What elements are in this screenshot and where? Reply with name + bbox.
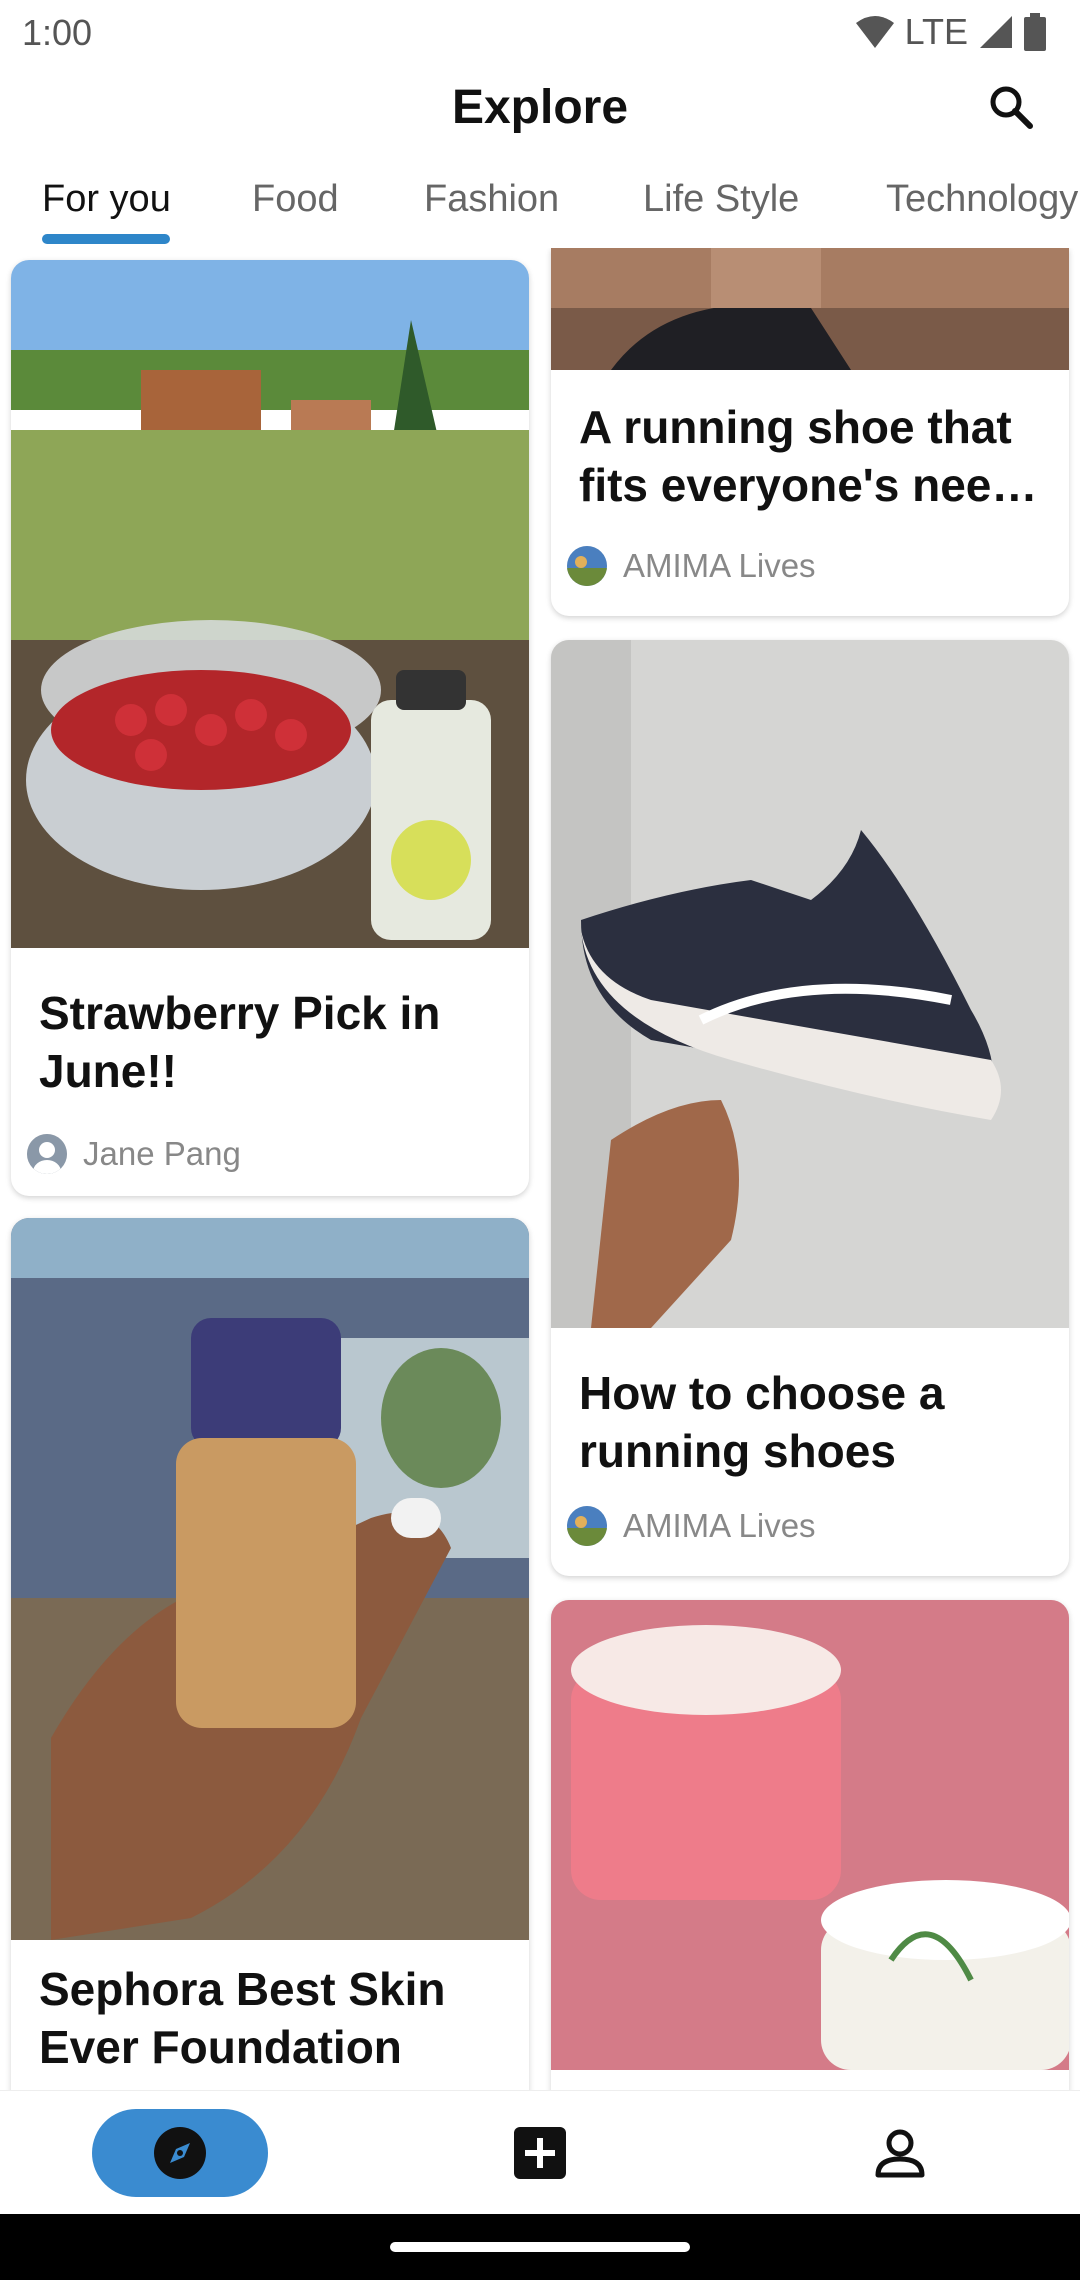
post-image-balms	[551, 1600, 1069, 2070]
post-image-strawberries	[11, 260, 529, 948]
post-feed: Strawberry Pick in June!! Jane Pang Seph…	[0, 248, 1080, 2090]
compass-icon	[154, 2127, 206, 2179]
signal-icon	[980, 16, 1012, 48]
active-tab-indicator	[42, 234, 170, 244]
post-author[interactable]: AMIMA Lives	[567, 546, 816, 586]
author-name: AMIMA Lives	[623, 547, 816, 584]
category-tabs: For you Food Fashion Life Style Technolo…	[0, 160, 1080, 250]
tab-for-you[interactable]: For you	[42, 178, 171, 221]
tab-life-style[interactable]: Life Style	[643, 178, 799, 221]
wifi-icon	[855, 16, 894, 48]
system-gesture-bar	[0, 2214, 1080, 2280]
post-title: Sephora Best Skin Ever Foundation	[39, 1963, 446, 2073]
tab-food[interactable]: Food	[252, 178, 339, 221]
post-title: A running shoe that fits everyone's nee…	[579, 401, 1038, 511]
add-post-icon	[514, 2127, 566, 2179]
status-time: 1:00	[22, 12, 93, 53]
post-card-strawberry[interactable]: Strawberry Pick in June!! Jane Pang	[11, 260, 529, 1196]
battery-icon	[1024, 13, 1046, 51]
profile-icon	[875, 2129, 925, 2178]
post-card-foundation[interactable]: Sephora Best Skin Ever Foundation	[11, 1218, 529, 2090]
avatar	[567, 1506, 607, 1546]
post-image-foundation	[11, 1218, 529, 1940]
status-bar: 1:00 LTE	[0, 0, 1080, 66]
nav-explore-button[interactable]	[92, 2109, 268, 2197]
author-name: Jane Pang	[83, 1135, 241, 1172]
nav-create-button[interactable]	[508, 2121, 572, 2185]
tab-fashion[interactable]: Fashion	[424, 178, 559, 221]
post-image-running-shoe	[551, 640, 1069, 1328]
home-gesture-handle[interactable]	[390, 2242, 690, 2252]
search-button[interactable]	[984, 80, 1040, 136]
network-type: LTE	[904, 11, 968, 52]
explore-screen: 1:00 LTE Explore For you Food Fashion Li…	[0, 0, 1080, 2280]
search-icon	[990, 86, 1033, 129]
bottom-navigation	[0, 2090, 1080, 2214]
post-card-choose-running-shoes[interactable]: How to choose a running shoes AMIMA Live…	[551, 640, 1069, 1576]
avatar	[27, 1134, 67, 1174]
tab-technology[interactable]: Technology	[886, 178, 1078, 221]
post-author[interactable]: AMIMA Lives	[567, 1506, 816, 1546]
nav-profile-button[interactable]	[868, 2121, 932, 2185]
post-card-balms[interactable]	[551, 1600, 1069, 2090]
page-title: Explore	[451, 81, 629, 134]
author-name: AMIMA Lives	[623, 1507, 816, 1544]
post-card-running-shoe-fit[interactable]: A running shoe that fits everyone's nee……	[551, 248, 1069, 616]
post-image-shoe-partial	[551, 248, 1069, 370]
post-title: How to choose a running shoes	[579, 1367, 945, 1477]
post-title: Strawberry Pick in June!!	[39, 987, 441, 1097]
status-icons: LTE	[855, 10, 1046, 54]
app-header: Explore	[0, 66, 1080, 152]
avatar	[567, 546, 607, 586]
post-author[interactable]: Jane Pang	[27, 1134, 241, 1174]
